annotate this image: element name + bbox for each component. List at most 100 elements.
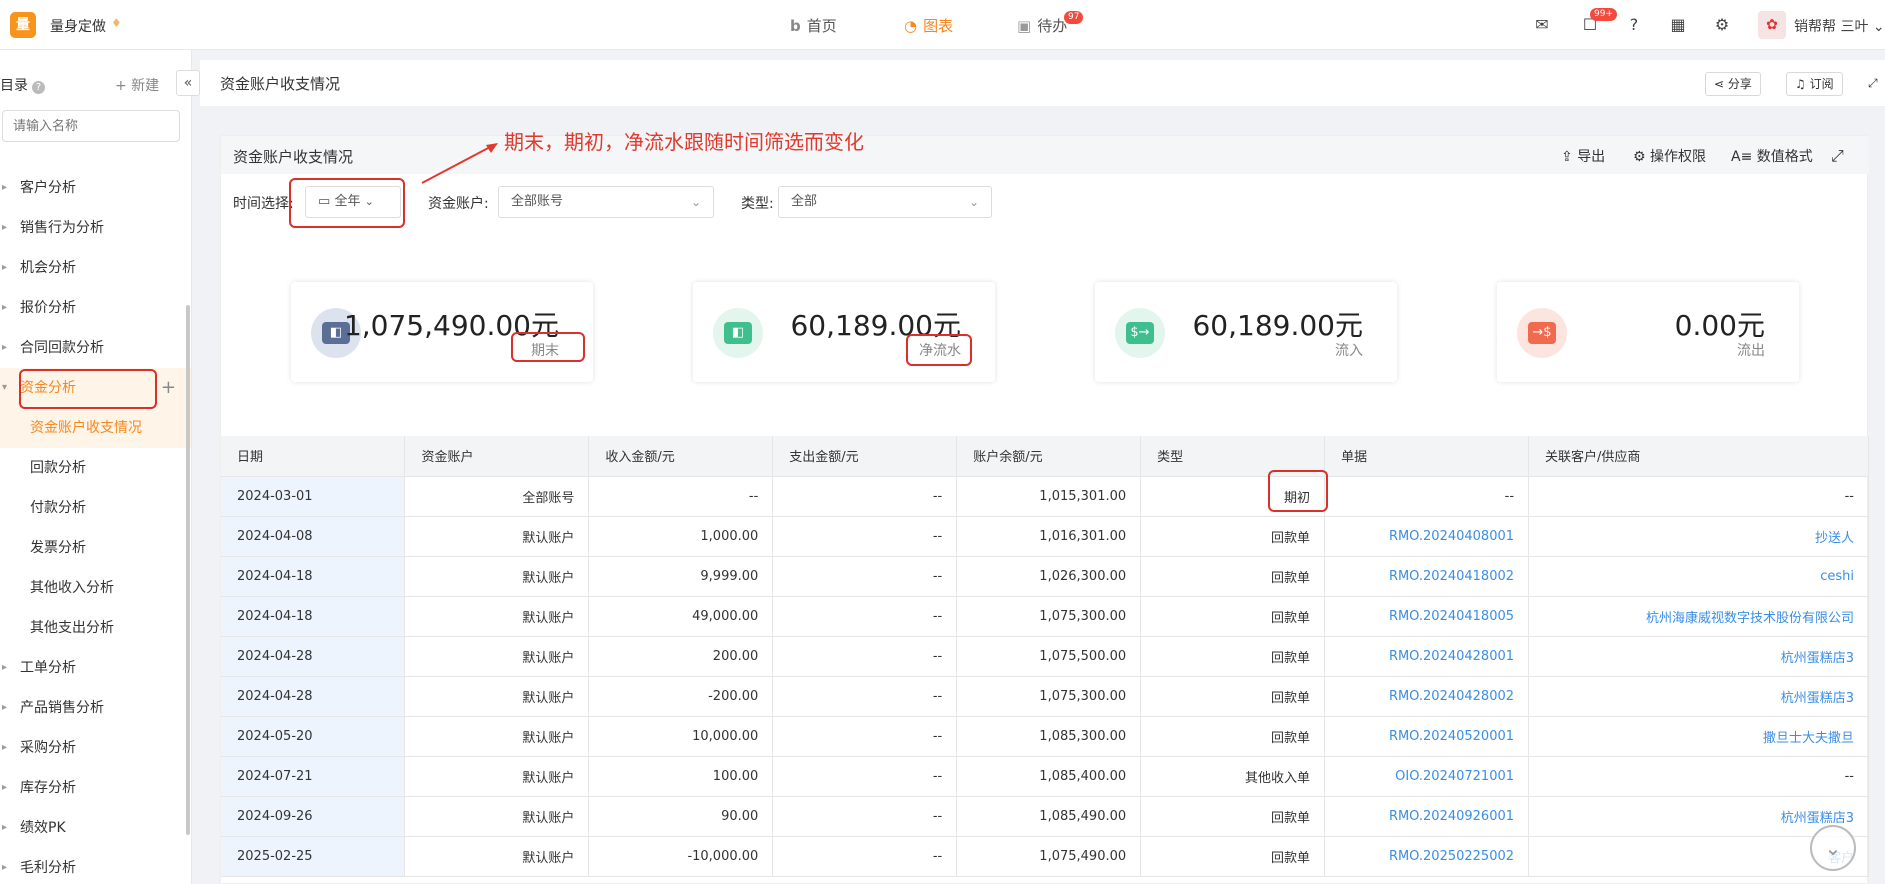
sidebar-scrollbar[interactable] (186, 305, 190, 835)
caret-right-icon[interactable]: ▸ (2, 768, 7, 808)
sidebar-item[interactable]: 付款分析 (0, 488, 191, 528)
type-select[interactable]: 全部 ⌄ (778, 186, 992, 218)
table-row[interactable]: 2024-04-18 默认账户 49,000.00 -- 1,075,300.00 回款单… (221, 596, 1869, 637)
column-header[interactable]: 日期 (221, 436, 406, 477)
sidebar-item-label: 库存分析 (20, 780, 76, 796)
column-header[interactable]: 账户余额/元 (956, 436, 1142, 477)
nav-home[interactable]: b 首页 (790, 15, 837, 36)
settings-gear-icon[interactable]: ⚙ (1710, 13, 1734, 37)
table-cell[interactable]: RMO.20250225002 (1324, 836, 1530, 877)
caret-down-icon[interactable]: ▾ (2, 368, 7, 408)
mail-icon[interactable]: ✉ (1530, 13, 1554, 37)
sidebar-item[interactable]: ▸ 绩效PK (0, 808, 191, 848)
app-logo[interactable]: 量 (10, 12, 36, 38)
table-row[interactable]: 2024-04-08 默认账户 1,000.00 -- 1,016,301.00 回款单 R… (221, 516, 1869, 557)
column-header[interactable]: 资金账户 (404, 436, 590, 477)
sidebar-item[interactable]: 回款分析 (0, 448, 191, 488)
todo-badge: 97 (1064, 11, 1084, 24)
caret-right-icon[interactable]: ▸ (2, 208, 7, 248)
table-cell[interactable]: RMO.20240428002 (1324, 676, 1530, 717)
sidebar-item[interactable]: ▸ 销售行为分析 (0, 208, 191, 248)
expand-icon[interactable]: ⤢ (1831, 146, 1844, 166)
export-button[interactable]: ⇪ 导出 (1561, 146, 1605, 166)
table-cell[interactable]: OIO.20240721001 (1324, 756, 1530, 797)
table-cell[interactable]: 杭州海康威视数字技术股份有限公司 (1528, 596, 1869, 637)
table-cell[interactable]: 撒旦士大夫撒旦 (1528, 716, 1869, 757)
table-cell[interactable]: 抄送人 (1528, 516, 1869, 557)
sidebar: 目录? + 新建 ▸ 客户分析 ▸ 销售行为分析 ▸ 机会分析 ▸ 报价分析 ▸ 合同回款分析 ▾ 资… (0, 50, 192, 884)
sidebar-item[interactable]: ▸ 报价分析 (0, 288, 191, 328)
caret-right-icon[interactable]: ▸ (2, 168, 7, 208)
table-cell: -- (772, 716, 958, 757)
table-cell[interactable]: RMO.20240926001 (1324, 796, 1530, 837)
permission-button[interactable]: ⚙ 操作权限 (1633, 146, 1706, 166)
scroll-down-button[interactable]: ⌄ (1810, 825, 1856, 871)
caret-right-icon[interactable]: ▸ (2, 728, 7, 768)
table-cell[interactable]: RMO.20240418005 (1324, 596, 1530, 637)
table-row[interactable]: 2024-07-21 默认账户 100.00 -- 1,085,400.00 其他收入单 O… (221, 756, 1869, 797)
table-cell[interactable]: 杭州蛋糕店3 (1528, 676, 1869, 717)
caret-right-icon[interactable]: ▸ (2, 288, 7, 328)
table-row[interactable]: 2024-05-20 默认账户 10,000.00 -- 1,085,300.00 回款单… (221, 716, 1869, 757)
app-name[interactable]: 量身定做 (50, 16, 106, 36)
table-row[interactable]: 2024-04-18 默认账户 9,999.00 -- 1,026,300.00 回款单 R… (221, 556, 1869, 597)
table-cell: 默认账户 (404, 836, 590, 877)
table-cell: -200.00 (588, 676, 774, 717)
nav-charts[interactable]: ◔ 图表 (904, 15, 953, 36)
collapse-sidebar-button[interactable]: « (176, 70, 200, 96)
table-cell[interactable]: RMO.20240428001 (1324, 636, 1530, 677)
sidebar-item[interactable]: ▸ 产品销售分析 (0, 688, 191, 728)
sidebar-item[interactable]: 其他收入分析 (0, 568, 191, 608)
help-icon[interactable]: ? (1622, 13, 1646, 37)
table-cell: 回款单 (1140, 596, 1326, 637)
column-header[interactable]: 收入金额/元 (588, 436, 774, 477)
sidebar-item[interactable]: ▸ 库存分析 (0, 768, 191, 808)
apps-grid-icon[interactable]: ▦ (1666, 13, 1690, 37)
sidebar-item[interactable]: ▸ 机会分析 (0, 248, 191, 288)
table-row[interactable]: 2024-04-28 默认账户 200.00 -- 1,075,500.00 回款单 RMO… (221, 636, 1869, 677)
table-row[interactable]: 2024-03-01 全部账号 -- -- 1,015,301.00 期初 -- -- (221, 476, 1869, 517)
add-icon[interactable]: + (161, 368, 176, 408)
caret-right-icon[interactable]: ▸ (2, 848, 7, 884)
sidebar-item[interactable]: ▸ 合同回款分析 (0, 328, 191, 368)
sidebar-item[interactable]: ▸ 采购分析 (0, 728, 191, 768)
column-header[interactable]: 关联客户/供应商 (1528, 436, 1869, 477)
table-cell: -- (1324, 476, 1530, 517)
account-select[interactable]: 全部账号 ⌄ (498, 186, 714, 218)
sidebar-search-input[interactable] (2, 110, 180, 142)
sidebar-item[interactable]: 发票分析 (0, 528, 191, 568)
sidebar-item[interactable]: 资金账户收支情况 (0, 408, 191, 448)
sidebar-item[interactable]: ▸ 毛利分析 (0, 848, 191, 884)
sidebar-item[interactable]: 其他支出分析 (0, 608, 191, 648)
avatar[interactable]: ✿ (1758, 11, 1786, 39)
page-title: 资金账户收支情况 (220, 75, 341, 93)
nav-todo[interactable]: ▣ 待办 (1017, 15, 1067, 36)
caret-right-icon[interactable]: ▸ (2, 248, 7, 288)
caret-right-icon[interactable]: ▸ (2, 688, 7, 728)
table-cell[interactable]: RMO.20240408001 (1324, 516, 1530, 557)
number-format-button[interactable]: A≡ 数值格式 (1731, 146, 1813, 166)
column-header[interactable]: 支出金额/元 (772, 436, 958, 477)
caret-right-icon[interactable]: ▸ (2, 328, 7, 368)
table-cell: 2024-07-21 (221, 756, 406, 797)
column-header[interactable]: 单据 (1324, 436, 1530, 477)
user-name[interactable]: 销帮帮 三叶 ⌄ (1794, 16, 1885, 36)
share-button[interactable]: ⋖ 分享 (1705, 72, 1761, 96)
table-cell[interactable]: RMO.20240418002 (1324, 556, 1530, 597)
table-cell[interactable]: 杭州蛋糕店3 (1528, 636, 1869, 677)
table-cell[interactable]: ceshi (1528, 556, 1869, 597)
subscribe-button[interactable]: ♫ 订阅 (1786, 72, 1843, 96)
table-row[interactable]: 2025-02-25 默认账户 -10,000.00 -- 1,075,490.00 回款… (221, 836, 1869, 877)
sidebar-item[interactable]: ▸ 客户分析 (0, 168, 191, 208)
table-row[interactable]: 2024-09-26 默认账户 90.00 -- 1,085,490.00 回款单 RMO.… (221, 796, 1869, 837)
table-row[interactable]: 2024-04-28 默认账户 -200.00 -- 1,075,300.00 回款单 RM… (221, 676, 1869, 717)
help-circle-icon[interactable]: ? (32, 81, 45, 94)
caret-right-icon[interactable]: ▸ (2, 808, 7, 848)
new-folder-button[interactable]: + 新建 (115, 75, 159, 95)
sidebar-item-label: 付款分析 (30, 500, 86, 516)
caret-right-icon[interactable]: ▸ (2, 648, 7, 688)
table-cell[interactable]: RMO.20240520001 (1324, 716, 1530, 757)
fullscreen-icon[interactable]: ⤢ (1860, 72, 1885, 96)
sidebar-item[interactable]: ▸ 工单分析 (0, 648, 191, 688)
table-cell: -- (1528, 756, 1869, 797)
